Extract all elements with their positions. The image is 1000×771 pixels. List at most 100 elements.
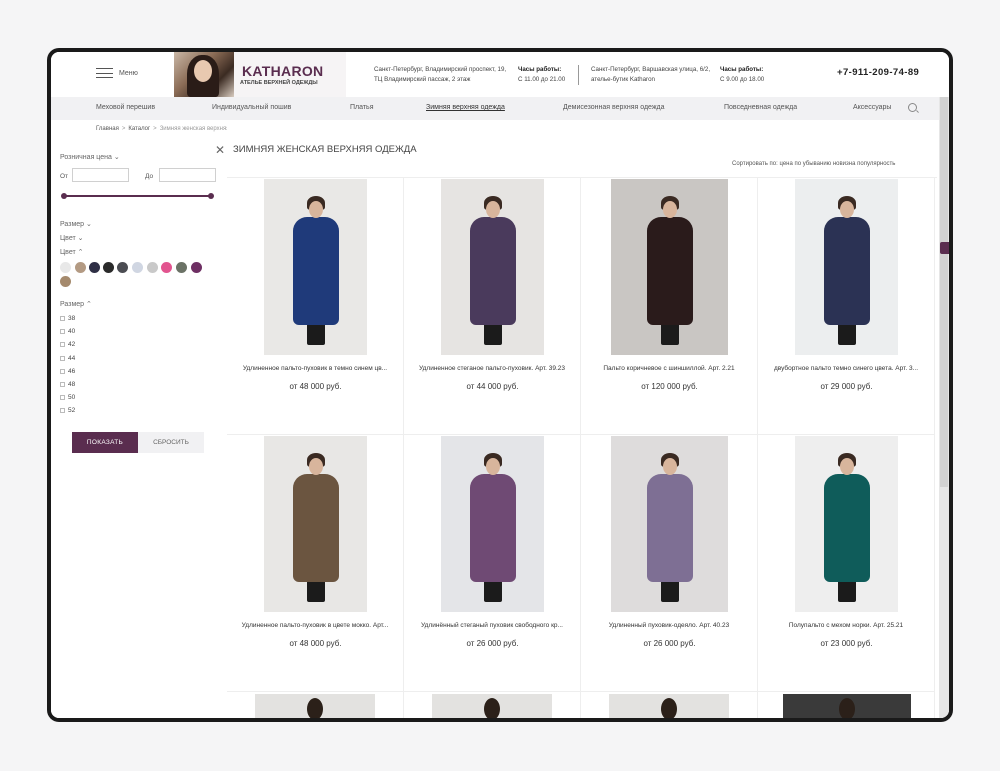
color-filter-toggle-collapsed[interactable]: Цвет ⌄ <box>60 234 84 242</box>
phone-link[interactable]: +7-911-209-74-89 <box>837 67 919 78</box>
main-nav: Меховой перешив Индивидуальный пошив Пла… <box>51 97 939 120</box>
scrollbar-thumb[interactable] <box>940 97 948 487</box>
chevron-down-icon: ⌄ <box>113 154 120 161</box>
sort-option-newest[interactable]: новизна <box>833 161 856 167</box>
color-swatch[interactable] <box>60 276 71 287</box>
color-swatch[interactable] <box>89 262 100 273</box>
product-card[interactable]: Полупальто с мехом норки. Арт. 25.21 от 2… <box>758 435 935 692</box>
menu-button[interactable]: Меню <box>96 68 138 78</box>
scrollbar[interactable] <box>939 97 949 718</box>
checkbox[interactable] <box>60 395 65 401</box>
price-from-input[interactable] <box>72 168 129 182</box>
checkbox[interactable] <box>60 382 65 387</box>
search-icon[interactable] <box>908 103 917 112</box>
breadcrumb-home[interactable]: Главная <box>96 126 119 132</box>
product-image[interactable] <box>783 694 911 718</box>
product-name[interactable]: Удлинённый стеганый пуховик свободного к… <box>408 622 576 629</box>
color-filter-toggle[interactable]: Цвет ⌃ <box>60 248 84 256</box>
product-image[interactable] <box>441 179 544 355</box>
product-name[interactable]: Удлиненное стеганое пальто-пуховик. Арт.… <box>408 365 576 372</box>
color-swatch[interactable] <box>117 262 128 273</box>
product-card[interactable]: Удлинённый стеганый пуховик свободного к… <box>404 435 581 692</box>
product-image[interactable] <box>795 436 898 612</box>
product-card[interactable]: Пальто коричневое с шиншиллой. Арт. 2.21… <box>581 178 758 435</box>
price-filter-toggle[interactable]: Розничная цена ⌄ <box>60 153 120 161</box>
checkbox[interactable] <box>60 355 65 361</box>
size-option[interactable]: 44 <box>60 355 75 362</box>
logo-photo[interactable] <box>174 52 234 97</box>
nav-item-demiseason-outerwear[interactable]: Демисезонная верхняя одежда <box>563 104 665 111</box>
sort-option-popularity[interactable]: популярность <box>857 161 895 167</box>
color-swatch[interactable] <box>176 262 187 273</box>
product-image[interactable] <box>432 694 552 718</box>
product-name[interactable]: двубортное пальто темно синего цвета. Ар… <box>762 365 930 372</box>
product-image[interactable] <box>255 694 375 718</box>
size-option[interactable]: 52 <box>60 407 75 414</box>
product-name[interactable]: Пальто коричневое с шиншиллой. Арт. 2.21 <box>585 365 753 372</box>
color-swatch[interactable] <box>75 262 86 273</box>
product-card[interactable] <box>758 692 935 718</box>
nav-item-casual-wear[interactable]: Повседневная одежда <box>724 104 797 111</box>
page-title: ЗИМНЯЯ ЖЕНСКАЯ ВЕРХНЯЯ ОДЕЖДА <box>233 144 417 155</box>
sort-option-price-desc[interactable]: цена по убыванию <box>779 161 831 167</box>
product-image[interactable] <box>611 179 728 355</box>
checkbox[interactable] <box>60 408 65 414</box>
checkbox[interactable] <box>60 342 65 348</box>
cart-tab[interactable] <box>940 242 949 254</box>
color-swatch[interactable] <box>147 262 158 273</box>
size-option[interactable]: 50 <box>60 394 75 401</box>
product-name[interactable]: Удлиненное пальто-пуховик в темно синем … <box>231 365 399 372</box>
product-name[interactable]: Полупальто с мехом норки. Арт. 25.21 <box>762 622 930 629</box>
nav-item-accessories[interactable]: Аксессуары <box>853 104 891 111</box>
product-card[interactable]: Удлиненное пальто-пуховик в цвете мокко.… <box>227 435 404 692</box>
product-image[interactable] <box>264 436 367 612</box>
product-card[interactable]: Удлиненное стеганое пальто-пуховик. Арт.… <box>404 178 581 435</box>
product-card[interactable] <box>581 692 758 718</box>
show-button[interactable]: ПОКАЗАТЬ <box>72 432 138 453</box>
checkbox[interactable] <box>60 316 65 321</box>
checkbox[interactable] <box>60 368 65 374</box>
price-to-input[interactable] <box>159 168 216 182</box>
size-label: 48 <box>68 381 76 388</box>
close-icon[interactable]: ✕ <box>215 144 225 156</box>
hours-2: Часы работы: С 9.00 до 18.00 <box>720 66 765 83</box>
product-image[interactable] <box>611 436 728 612</box>
nav-item-custom-tailoring[interactable]: Индивидуальный пошив <box>212 104 291 111</box>
price-range-min-handle[interactable] <box>61 193 67 199</box>
product-card[interactable] <box>404 692 581 718</box>
color-swatch[interactable] <box>103 262 114 273</box>
size-label: 40 <box>68 328 76 336</box>
product-name[interactable]: Удлиненное пальто-пуховик в цвете мокко.… <box>231 622 399 629</box>
size-option[interactable]: 48 <box>60 381 75 388</box>
product-image[interactable] <box>441 436 544 612</box>
color-swatch[interactable] <box>60 262 71 273</box>
product-card[interactable] <box>227 692 404 718</box>
reset-button[interactable]: СБРОСИТЬ <box>138 432 204 453</box>
checkbox[interactable] <box>60 329 65 335</box>
nav-item-dresses[interactable]: Платья <box>350 104 374 111</box>
size-option[interactable]: 42 <box>60 341 75 348</box>
product-image[interactable] <box>795 179 898 355</box>
product-card[interactable]: Удлиненное пальто-пуховик в темно синем … <box>227 178 404 435</box>
size-option[interactable]: 40 <box>60 328 75 335</box>
size-option[interactable]: 38 <box>60 315 75 322</box>
product-card[interactable]: двубортное пальто темно синего цвета. Ар… <box>758 178 935 435</box>
product-image[interactable] <box>264 179 367 355</box>
menu-label: Меню <box>119 69 138 77</box>
product-image[interactable] <box>609 694 729 718</box>
breadcrumb-catalog[interactable]: Каталог <box>128 126 150 132</box>
size-filter-toggle-collapsed[interactable]: Размер ⌄ <box>60 220 92 228</box>
color-swatch[interactable] <box>191 262 202 273</box>
size-label: 52 <box>68 407 76 415</box>
logo[interactable]: KATHARON АТЕЛЬЕ ВЕРХНЕЙ ОДЕЖДЫ <box>234 52 346 97</box>
product-name[interactable]: Удлиненный пуховик-одеяло. Арт. 40.23 <box>585 622 753 629</box>
size-option[interactable]: 46 <box>60 368 75 375</box>
product-price: от 120 000 руб. <box>641 382 698 391</box>
color-swatch[interactable] <box>161 262 172 273</box>
nav-item-fur-alteration[interactable]: Меховой перешив <box>96 104 155 111</box>
price-range-max-handle[interactable] <box>208 193 214 199</box>
size-filter-toggle[interactable]: Размер ⌃ <box>60 300 92 308</box>
product-card[interactable]: Удлиненный пуховик-одеяло. Арт. 40.23 от … <box>581 435 758 692</box>
nav-item-winter-outerwear[interactable]: Зимняя верхняя одежда <box>426 104 505 111</box>
color-swatch[interactable] <box>132 262 143 273</box>
